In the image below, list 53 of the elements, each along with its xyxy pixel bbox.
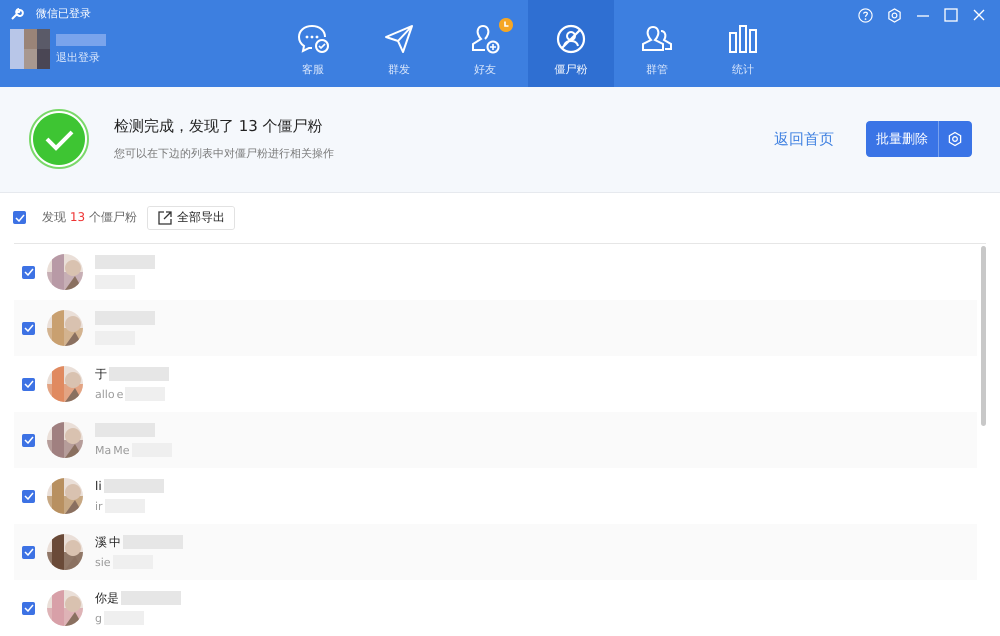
result-subtitle: 您可以在下边的列表中对僵尸粉进行相关操作 (114, 146, 335, 162)
help-icon[interactable] (858, 8, 873, 23)
settings-icon[interactable] (947, 131, 963, 148)
add-user-icon (469, 23, 501, 55)
redacted-mark (121, 591, 181, 605)
row-checkbox[interactable] (22, 602, 35, 614)
chat-icon (296, 23, 330, 55)
nav-tab[interactable]: 好友 (442, 0, 528, 87)
nav-tab[interactable]: 统计 (700, 0, 786, 87)
row-checkbox[interactable] (22, 490, 35, 502)
row-checkbox[interactable] (22, 546, 35, 558)
contact-id: ir (95, 500, 103, 512)
bar-chart-icon (727, 23, 759, 55)
row-checkbox[interactable] (22, 378, 35, 390)
result-title: 检测完成，发现了 13 个僵尸粉 (114, 117, 324, 136)
contact-id: g (95, 612, 102, 624)
row-checkbox[interactable] (22, 266, 35, 278)
contact-id: Me (113, 444, 130, 456)
close-icon[interactable] (972, 8, 986, 22)
row-checkbox[interactable] (22, 434, 35, 446)
contact-name: 你是 (95, 590, 119, 606)
contact-id: sie (95, 556, 111, 568)
redacted-mark (56, 34, 106, 46)
back-home-link[interactable]: 返回首页 (774, 130, 834, 149)
nav-tab[interactable]: 僵尸粉 (528, 0, 614, 87)
paper-plane-icon (383, 23, 415, 55)
batch-delete-button[interactable]: 批量删除 (866, 121, 972, 158)
scrollbar[interactable] (981, 246, 986, 426)
contact-name: 中 (109, 534, 121, 550)
logout-link[interactable]: 退出登录 (56, 50, 106, 64)
redacted-mark (104, 479, 164, 493)
success-check-icon (28, 108, 90, 170)
export-all-button[interactable]: 全部导出 (146, 206, 235, 230)
wrench-icon (10, 6, 24, 20)
maximize-icon[interactable] (944, 8, 958, 22)
nav-tab[interactable]: 客服 (270, 0, 356, 87)
row-checkbox[interactable] (22, 322, 35, 334)
blocked-user-icon (555, 23, 587, 55)
settings-icon[interactable] (887, 8, 902, 23)
contact-id: Ma (95, 444, 112, 456)
contact-name: li (95, 479, 102, 493)
select-all-checkbox[interactable] (13, 211, 26, 224)
contact-id: e (116, 388, 124, 400)
nav-tab[interactable]: 群发 (356, 0, 442, 87)
redacted-mark (95, 255, 155, 269)
window-title: 微信已登录 (36, 6, 91, 21)
nav-tab[interactable]: 群管 (614, 0, 700, 87)
contact-name: 溪 (95, 534, 107, 550)
contact-id: allo (95, 388, 115, 400)
export-icon (156, 210, 173, 226)
found-count-text: 发现 13 个僵尸粉 (42, 209, 137, 226)
redacted-mark (109, 367, 169, 381)
contact-name: 于 (95, 366, 107, 382)
